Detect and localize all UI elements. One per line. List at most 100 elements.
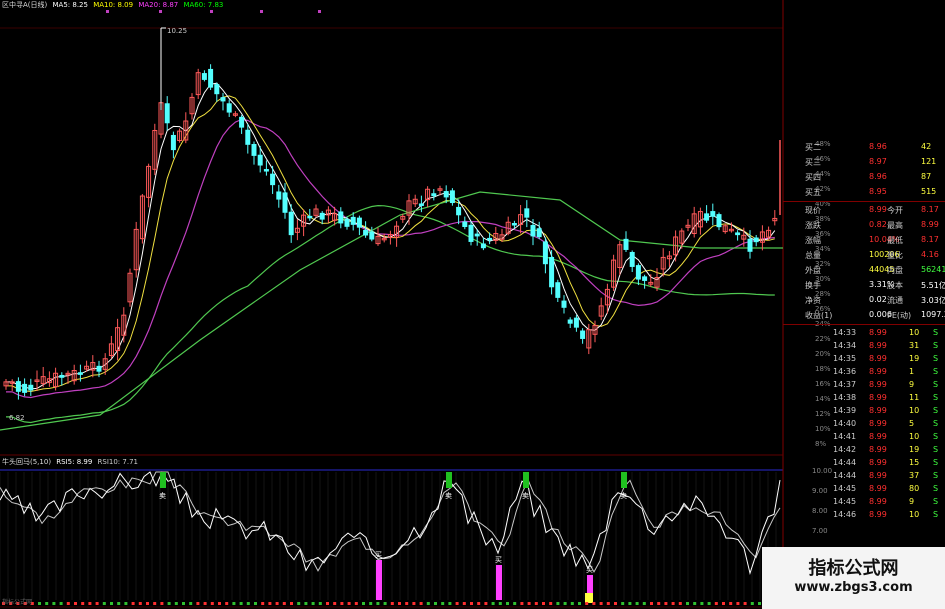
tick-volume: 10 (909, 510, 920, 519)
candle-body (456, 206, 462, 216)
signal-dot (182, 602, 185, 605)
candle-body (251, 144, 257, 156)
signal-dot (160, 602, 164, 605)
candle-body (511, 223, 517, 226)
signal-dot (167, 602, 171, 605)
rsi-tick-label: 7.00 (812, 527, 828, 535)
moving-average-lines (0, 82, 783, 431)
signal-dot (484, 602, 488, 605)
tick-time: 14:37 (833, 380, 857, 389)
quote-panel: 买二 8.96 42 买三 8.97 121 买四 8.96 87 买五 8.95 515 现价 8.99… (783, 140, 945, 519)
tick-time: 14:35 (833, 354, 857, 363)
candle-body (573, 317, 579, 328)
signal-dot (722, 602, 725, 605)
tick-side: S (933, 510, 939, 519)
signal-dot (52, 602, 56, 605)
candle-body (530, 225, 536, 237)
signal-dot (117, 602, 121, 605)
signal-dot (578, 602, 581, 605)
candle-body (567, 319, 573, 324)
bid-row: 买五 8.95 515 (783, 185, 945, 199)
signal-dot (254, 602, 257, 605)
stat-value-2: 5.51亿 (921, 281, 945, 290)
bid-label: 买三 (805, 158, 821, 167)
bid-row: 买四 8.96 87 (783, 170, 945, 184)
bid-price: 8.96 (869, 142, 887, 151)
signal-dot (138, 602, 142, 605)
signal-dot (318, 602, 322, 605)
candle-body (214, 84, 220, 95)
signal-dot (304, 602, 308, 605)
candle-body (629, 251, 635, 267)
signal-dot (758, 602, 761, 605)
candle-body (77, 372, 83, 375)
top-marker (318, 10, 321, 13)
tick-volume: 37 (909, 471, 920, 480)
stat-row: 收益(1)0.006PE(动)1097.2 (783, 308, 945, 322)
stat-value-2: 4.16 (921, 250, 939, 259)
signal-dot (671, 602, 675, 605)
stat-label-2: PE(动) (887, 311, 912, 320)
bid-price: 8.97 (869, 157, 887, 166)
tick-side: S (933, 393, 939, 402)
sell-signal-label: 卖 (620, 492, 627, 500)
sell-signal-label: 卖 (159, 492, 166, 500)
candle-body (449, 190, 455, 204)
candle-body (201, 73, 207, 80)
stat-label: 收益(1) (805, 311, 833, 320)
signal-dot (736, 602, 740, 605)
signal-dot (95, 602, 99, 605)
tick-volume: 1 (909, 367, 915, 376)
signal-dot (743, 602, 747, 605)
candle-body (226, 103, 232, 113)
candle-body (59, 374, 65, 378)
sell-signal-bar (446, 472, 452, 488)
buy-signal-label: 买 (586, 566, 593, 574)
signal-dot (225, 602, 229, 605)
signal-dot (542, 602, 545, 605)
candle-body (164, 103, 170, 124)
tick-row: 14:45 8.99 80 S (783, 482, 945, 495)
stat-row: 总量 100206 量比 4.16 (783, 248, 945, 262)
candle-body (170, 134, 176, 151)
signal-dot (621, 602, 625, 605)
panel-divider (783, 201, 945, 202)
tick-side: S (933, 367, 939, 376)
sell-signal-label: 卖 (522, 492, 529, 500)
signal-dot (110, 602, 113, 605)
bid-price: 8.95 (869, 187, 887, 196)
candle-body (468, 224, 474, 242)
candle-body (96, 365, 102, 372)
ma60-trend-line (0, 191, 783, 431)
tick-price: 8.99 (869, 419, 887, 428)
sell-signal-bar (621, 472, 627, 488)
top-marker (159, 10, 162, 13)
stat-value: 0.82 (869, 220, 887, 229)
candle-body (282, 192, 288, 213)
signal-dot (585, 602, 589, 605)
stat-label: 外盘 (805, 266, 821, 275)
signal-dot (570, 602, 574, 605)
signal-dot (45, 602, 49, 605)
tick-volume: 9 (909, 380, 915, 389)
stat-label-2: 最高 (887, 221, 903, 230)
signal-dot (657, 602, 661, 605)
tick-price: 8.99 (869, 328, 887, 337)
stat-row: 换手 3.31% 股本 5.51亿 (783, 278, 945, 292)
candle-body (15, 381, 21, 392)
candle-body (338, 211, 344, 224)
tick-price: 8.99 (869, 445, 887, 454)
signal-dot (592, 602, 596, 605)
buy-signal-bar (376, 560, 382, 600)
signal-dot (189, 602, 193, 605)
tick-time: 14:45 (833, 484, 857, 493)
buy-signal-label: 买 (375, 551, 382, 559)
bid-volume: 42 (921, 142, 932, 151)
signal-dot (563, 602, 567, 605)
rsi-legend: 牛头回马(5,10) RSI5: 8.99 RSI10: 7.71 (2, 457, 141, 467)
signal-dot (297, 602, 301, 605)
chart-grid (0, 0, 784, 609)
tick-side: S (933, 354, 939, 363)
stat-label: 净资 (805, 296, 821, 305)
tick-time: 14:39 (833, 406, 857, 415)
